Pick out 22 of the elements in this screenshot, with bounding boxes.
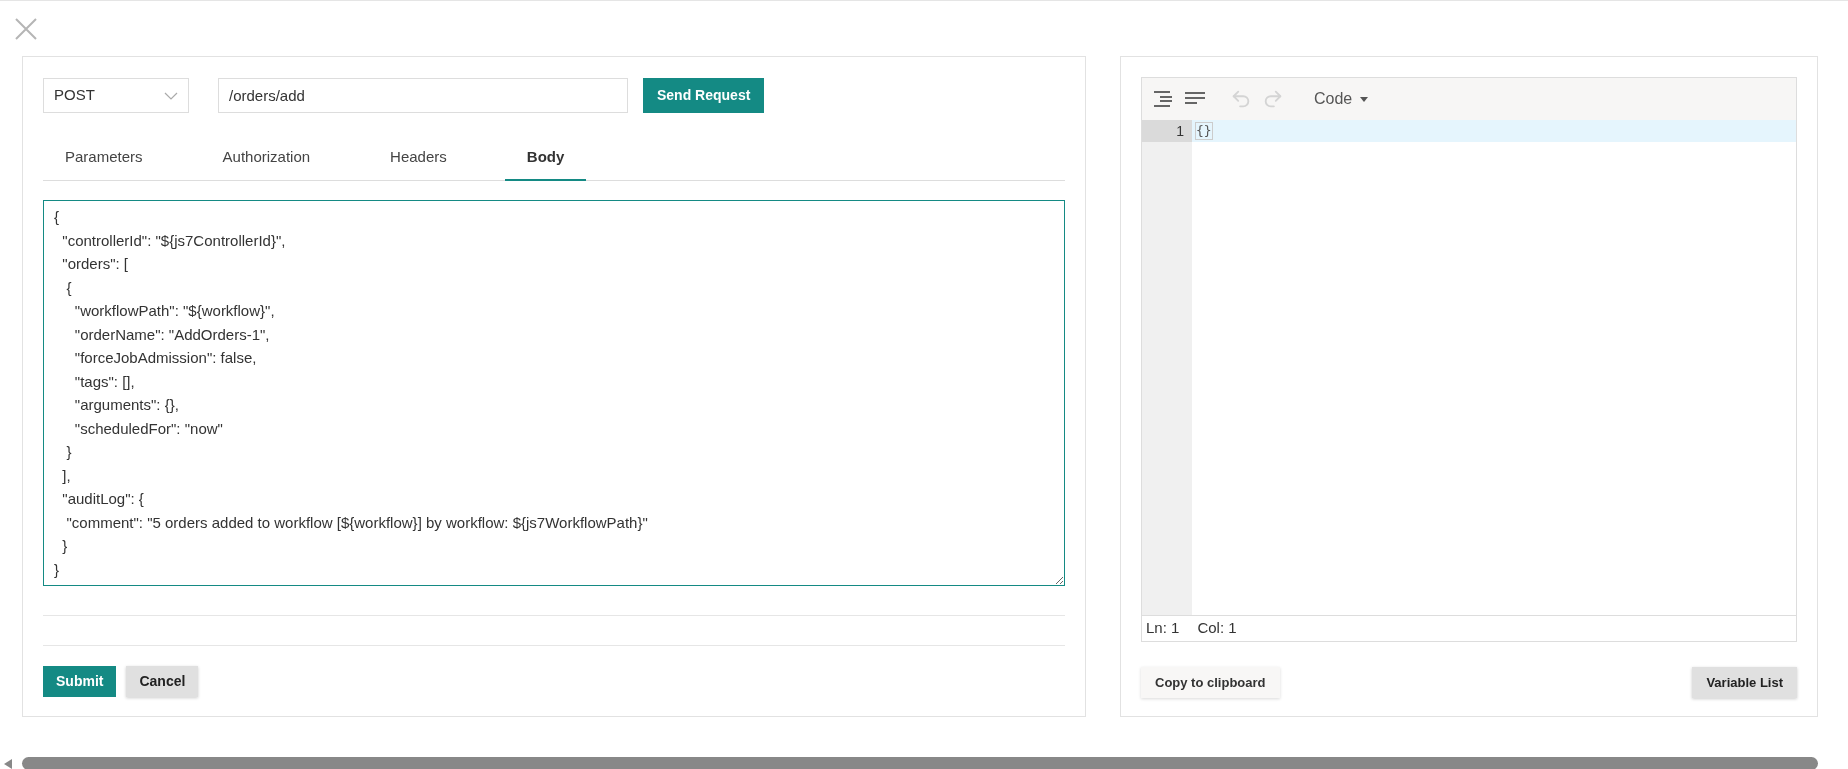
- format-icon[interactable]: [1152, 89, 1174, 109]
- close-icon[interactable]: [14, 17, 38, 41]
- method-select[interactable]: POST: [43, 78, 189, 113]
- caret-icon: [1360, 96, 1369, 102]
- mode-dropdown[interactable]: Code: [1314, 87, 1369, 111]
- cancel-button[interactable]: Cancel: [126, 666, 199, 697]
- submit-button[interactable]: Submit: [43, 666, 117, 697]
- tab[interactable]: Authorization: [200, 136, 333, 181]
- tab[interactable]: Headers: [368, 136, 469, 181]
- send-request-button[interactable]: Send Request: [643, 78, 765, 113]
- line-indicator: Ln: 1: [1146, 618, 1180, 639]
- url-field[interactable]: /orders/add: [218, 78, 628, 113]
- tab[interactable]: Parameters: [43, 136, 165, 181]
- variable-list-button[interactable]: Variable List: [1692, 667, 1797, 698]
- line-number: 1: [1142, 120, 1192, 142]
- body-textarea[interactable]: { "controllerId": "${js7ControllerId}", "orders": [ { "workflowPath": "${workflow}", "orderName": "AddOrders-1", "forceJobAdmission": false, "tags": [], "arguments": {}, "scheduledFor": "now" } ], "auditLog": { "comment": "5 orders added to workflow [${workflow}] by workflow: ${js7WorkflowPath}" } }: [43, 200, 1065, 586]
- tab[interactable]: Body: [504, 136, 587, 181]
- horizontal-scrollbar[interactable]: [22, 757, 1818, 769]
- scroll-left-icon[interactable]: [4, 758, 12, 769]
- copy-button[interactable]: Copy to clipboard: [1141, 667, 1280, 698]
- chevron-down-icon: [164, 91, 178, 100]
- column-indicator: Col: 1: [1197, 618, 1237, 639]
